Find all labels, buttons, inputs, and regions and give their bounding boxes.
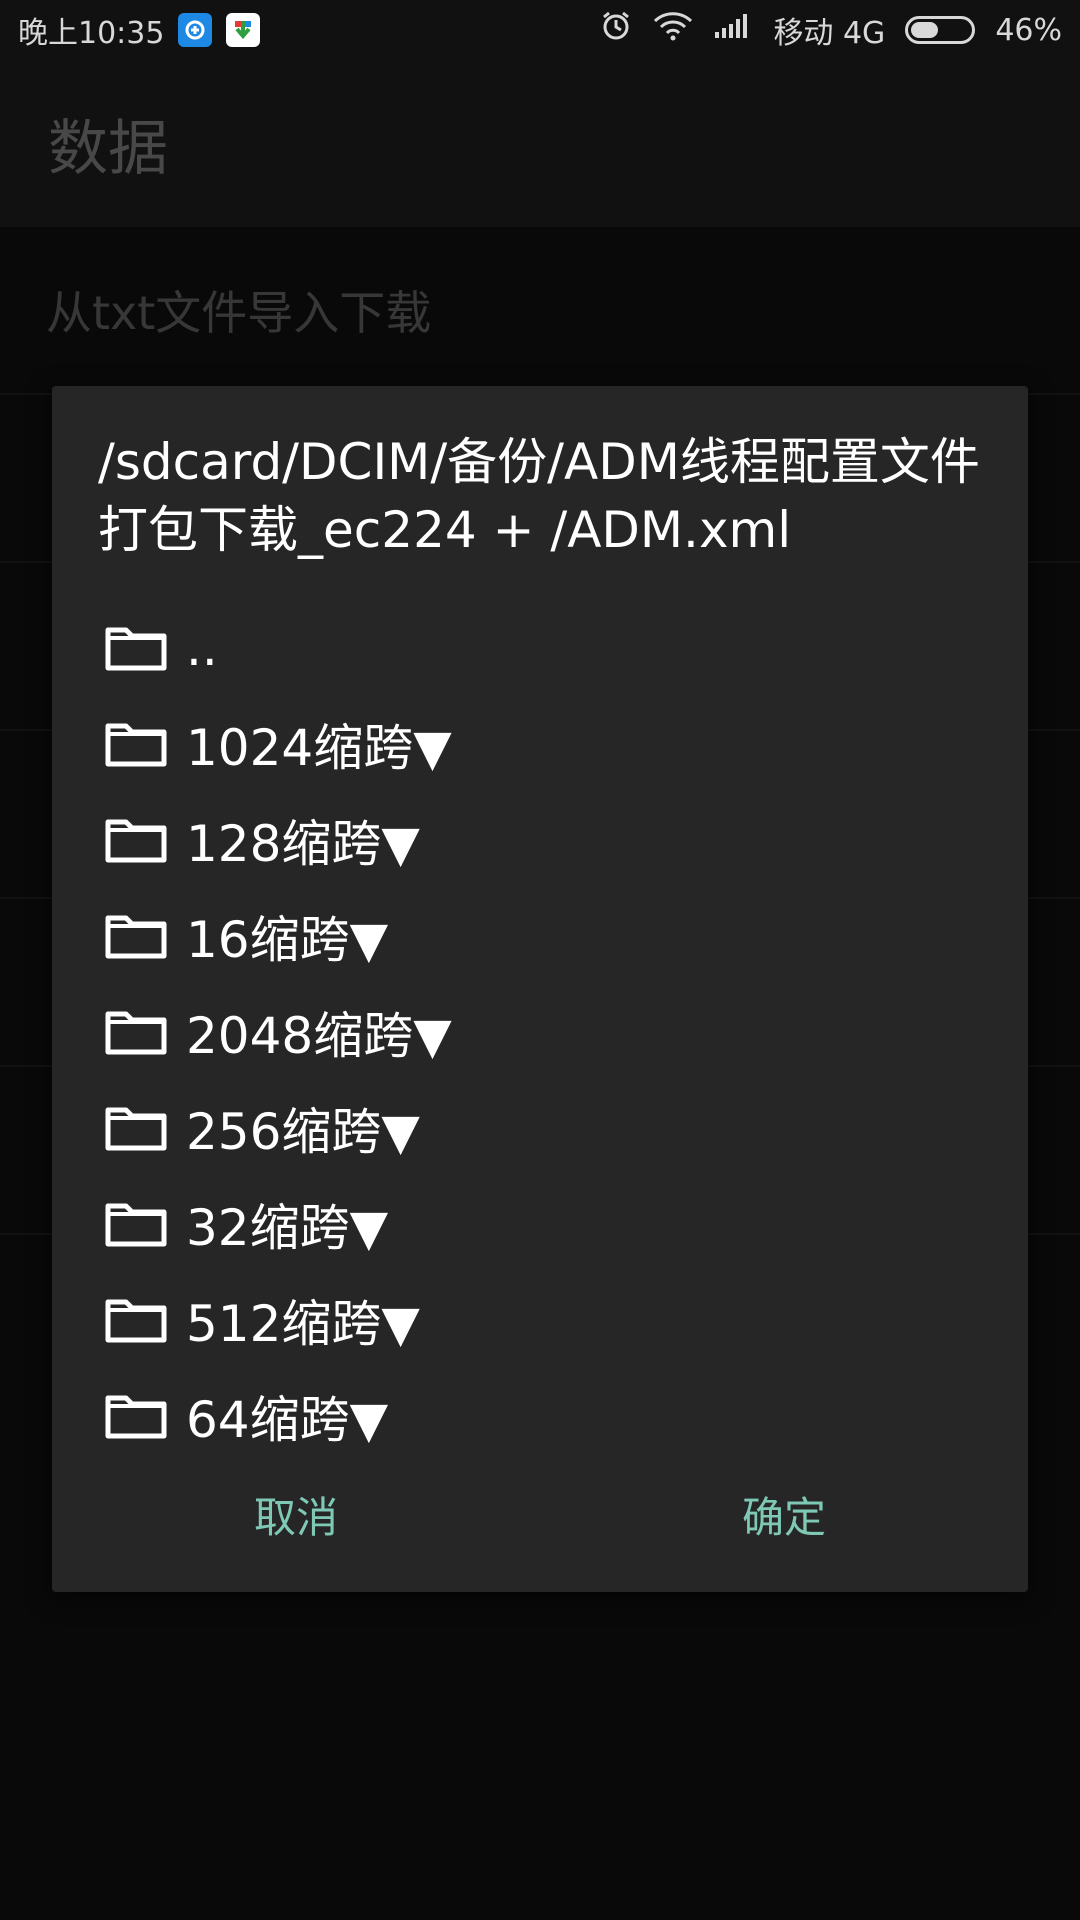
notification-app-icon xyxy=(178,13,213,47)
dialog-actions: 取消 确定 xyxy=(52,1464,1028,1564)
status-time: 晚上10:35 xyxy=(18,16,165,51)
folder-row[interactable]: 1024缩跨▼ xyxy=(104,696,984,792)
cancel-button[interactable]: 取消 xyxy=(52,1464,540,1564)
folder-name: 16缩跨▼ xyxy=(186,911,389,969)
folder-row[interactable]: 256缩跨▼ xyxy=(104,1080,984,1176)
download-app-icon xyxy=(226,13,261,47)
folder-icon xyxy=(105,627,167,671)
folder-name: 512缩跨▼ xyxy=(186,1295,420,1353)
folder-name: 128缩跨▼ xyxy=(186,815,420,873)
status-bar: 晚上10:35 移动 4G 46% xyxy=(0,0,1080,60)
folder-icon xyxy=(105,1011,167,1055)
folder-icon xyxy=(105,1203,167,1247)
ok-button[interactable]: 确定 xyxy=(540,1464,1028,1564)
folder-row[interactable]: 64缩跨▼ xyxy=(104,1368,984,1464)
folder-row-parent[interactable]: .. xyxy=(104,600,984,696)
folder-name: 2048缩跨▼ xyxy=(186,1007,452,1065)
folder-row[interactable]: 512缩跨▼ xyxy=(104,1272,984,1368)
wifi-icon xyxy=(653,11,693,49)
folder-icon xyxy=(105,915,167,959)
folder-icon xyxy=(105,1107,167,1151)
signal-icon xyxy=(713,12,753,48)
folder-name: 32缩跨▼ xyxy=(186,1199,389,1257)
file-list: .. 1024缩跨▼ 128缩跨▼ 16缩跨▼ 2048缩跨▼ 256缩跨▼ 3… xyxy=(104,600,984,1464)
folder-row[interactable]: 16缩跨▼ xyxy=(104,888,984,984)
folder-name: 1024缩跨▼ xyxy=(186,719,452,777)
folder-icon xyxy=(105,819,167,863)
folder-icon xyxy=(105,723,167,767)
folder-row[interactable]: 128缩跨▼ xyxy=(104,792,984,888)
battery-icon xyxy=(905,16,976,44)
folder-icon xyxy=(105,1395,167,1439)
battery-percent: 46% xyxy=(995,12,1062,48)
alarm-icon xyxy=(599,9,633,51)
carrier-label: 移动 4G xyxy=(773,16,886,51)
folder-name: 64缩跨▼ xyxy=(186,1391,389,1449)
folder-row[interactable]: 2048缩跨▼ xyxy=(104,984,984,1080)
folder-name: .. xyxy=(186,619,218,677)
file-picker-dialog: /sdcard/DCIM/备份/ADM线程配置文件打包下载_ec224 + /A… xyxy=(52,386,1028,1592)
dialog-title: /sdcard/DCIM/备份/ADM线程配置文件打包下载_ec224 + /A… xyxy=(98,433,980,559)
folder-row[interactable]: 32缩跨▼ xyxy=(104,1176,984,1272)
folder-name: 256缩跨▼ xyxy=(186,1103,420,1161)
folder-icon xyxy=(105,1299,167,1343)
